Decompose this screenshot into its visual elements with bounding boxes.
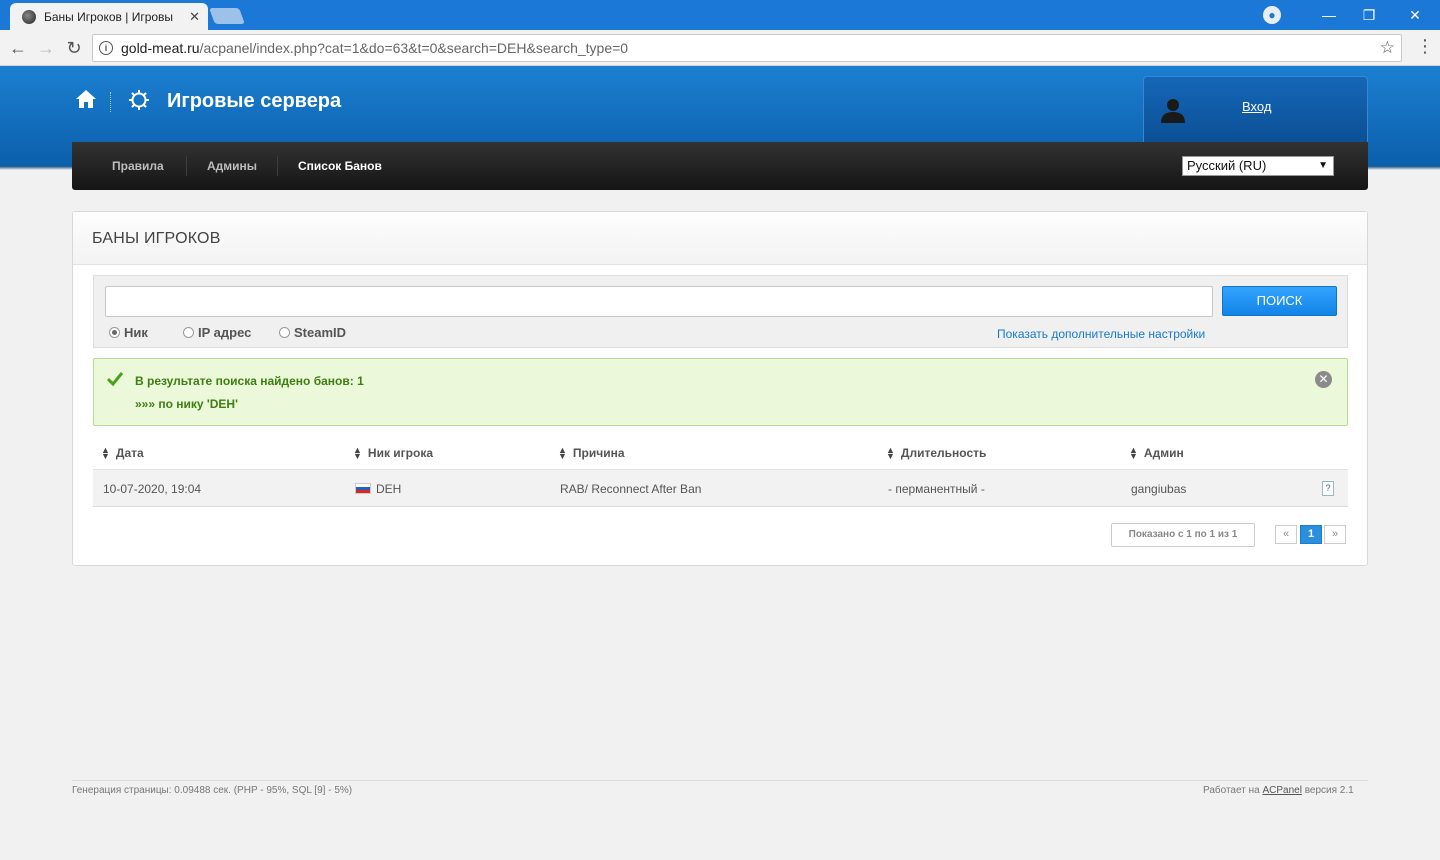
page-current-button[interactable]: 1: [1300, 525, 1322, 544]
login-link[interactable]: Вход: [1242, 99, 1271, 114]
radio-label: SteamID: [294, 325, 347, 340]
column-label: Админ: [1143, 446, 1184, 460]
cell-admin: gangiubas: [1131, 482, 1187, 496]
panel-header: БАНЫ ИГРОКОВ: [73, 212, 1367, 265]
column-duration[interactable]: ▲ ▼ Длительность: [886, 445, 987, 461]
browser-tab[interactable]: Баны Игроков | Игровы ✕: [10, 3, 208, 30]
search-button[interactable]: ПОИСК: [1222, 286, 1337, 316]
column-admin[interactable]: ▲ ▼ Админ: [1129, 445, 1184, 461]
bans-panel: БАНЫ ИГРОКОВ ПОИСК Ник IP адрес SteamID …: [72, 211, 1368, 566]
browser-toolbar: ← → ↻ i gold-meat.ru/acpanel/index.php?c…: [0, 30, 1440, 66]
column-nick[interactable]: ▲ ▼ Ник игрока: [353, 445, 434, 461]
nav-admins[interactable]: Админы: [207, 142, 257, 190]
table-row[interactable]: 10-07-2020, 19:04 DEH RAB/ Reconnect Aft…: [93, 470, 1348, 507]
address-bar[interactable]: i gold-meat.ru/acpanel/index.php?cat=1&d…: [92, 34, 1402, 62]
header-divider: [110, 92, 111, 112]
gear-icon: [129, 90, 149, 110]
powered-suffix: версия 2.1: [1301, 785, 1354, 796]
cell-nick: DEH: [355, 482, 401, 496]
url-path: /acpanel/index.php?cat=1&do=63&t=0&searc…: [199, 40, 629, 56]
bookmark-star-icon[interactable]: ☆: [1380, 38, 1395, 58]
language-value: Русский (RU): [1187, 158, 1267, 173]
back-arrow-icon[interactable]: ←: [6, 36, 30, 60]
nick-text: DEH: [376, 482, 402, 496]
login-box: Вход: [1143, 76, 1368, 144]
alert-search-detail: »»» по нику 'DEH': [135, 397, 238, 411]
radio-nick[interactable]: Ник: [109, 325, 148, 340]
alert-result-count: В результате поиска найдено банов: 1: [135, 374, 364, 388]
sort-icon: ▲ ▼: [1129, 445, 1138, 461]
close-window-icon[interactable]: ✕: [1392, 0, 1438, 30]
profile-icon[interactable]: ●: [1263, 6, 1281, 24]
user-icon: [1161, 99, 1185, 123]
info-icon[interactable]: i: [99, 41, 113, 55]
cell-duration: - перманентный -: [888, 482, 985, 496]
footer-generation: Генерация страницы: 0.09488 сек. (PHP - …: [72, 785, 353, 796]
footer-divider: [72, 780, 1368, 781]
dropdown-arrow-icon: ▼: [1318, 160, 1328, 171]
sort-icon: ▲ ▼: [886, 445, 895, 461]
russia-flag-icon: [355, 483, 371, 494]
radio-button[interactable]: [183, 327, 194, 338]
column-label: Длительность: [900, 446, 987, 460]
column-reason[interactable]: ▲ ▼ Причина: [558, 445, 625, 461]
nav-banlist[interactable]: Список Банов: [298, 142, 382, 190]
acpanel-link[interactable]: ACPanel: [1262, 785, 1301, 796]
details-icon[interactable]: ?: [1322, 481, 1334, 496]
tab-close-icon[interactable]: ✕: [189, 9, 200, 25]
restore-icon[interactable]: ❐: [1346, 0, 1392, 30]
main-navbar: Правила Админы Список Банов Русский (RU)…: [72, 142, 1368, 190]
column-label: Дата: [115, 446, 144, 460]
footer-powered: Работает на ACPanel версия 2.1: [1203, 785, 1354, 796]
nav-rules[interactable]: Правила: [112, 142, 164, 190]
site-title: Игровые сервера: [167, 90, 342, 112]
advanced-settings-link[interactable]: Показать дополнительные настройки: [997, 327, 1205, 341]
search-result-alert: В результате поиска найдено банов: 1 »»»…: [93, 358, 1348, 426]
column-date[interactable]: ▲ ▼ Дата: [101, 445, 144, 461]
home-icon[interactable]: [75, 88, 97, 110]
url-host: gold-meat.ru: [121, 40, 200, 56]
cell-date: 10-07-2020, 19:04: [103, 482, 202, 496]
radio-label: IP адрес: [198, 325, 252, 340]
forward-arrow-icon[interactable]: →: [34, 36, 58, 60]
search-box: ПОИСК Ник IP адрес SteamID Показать допо…: [93, 275, 1348, 348]
radio-button[interactable]: [109, 327, 120, 338]
radio-steamid[interactable]: SteamID: [279, 325, 346, 340]
close-icon[interactable]: ✕: [1315, 371, 1332, 388]
page-next-button[interactable]: »: [1324, 525, 1346, 544]
sort-icon: ▲ ▼: [101, 445, 110, 461]
language-select[interactable]: Русский (RU) ▼: [1182, 156, 1334, 176]
radio-label: Ник: [124, 325, 148, 340]
cell-reason: RAB/ Reconnect After Ban: [560, 482, 702, 496]
radio-button[interactable]: [279, 327, 290, 338]
radio-ip[interactable]: IP адрес: [183, 325, 251, 340]
nav-divider: [277, 156, 278, 176]
pagination-info: Показано с 1 по 1 из 1: [1111, 523, 1255, 547]
sort-icon: ▲ ▼: [353, 445, 362, 461]
sort-icon: ▲ ▼: [558, 445, 567, 461]
powered-prefix: Работает на: [1203, 785, 1263, 796]
tab-title: Баны Игроков | Игровы: [44, 9, 174, 24]
search-input[interactable]: [105, 286, 1213, 317]
column-label: Ник игрока: [367, 446, 434, 460]
globe-icon: [22, 9, 36, 24]
nav-divider: [186, 156, 187, 176]
browser-titlebar: Баны Игроков | Игровы ✕ ● — ❐ ✕: [0, 0, 1440, 30]
new-tab-button[interactable]: [209, 8, 245, 24]
reload-icon[interactable]: ↻: [62, 36, 86, 60]
browser-menu-icon[interactable]: ⋮: [1416, 36, 1434, 57]
panel-title: БАНЫ ИГРОКОВ: [92, 230, 221, 247]
page-prev-button[interactable]: «: [1275, 525, 1297, 544]
column-label: Причина: [572, 446, 625, 460]
check-icon: [107, 372, 123, 387]
